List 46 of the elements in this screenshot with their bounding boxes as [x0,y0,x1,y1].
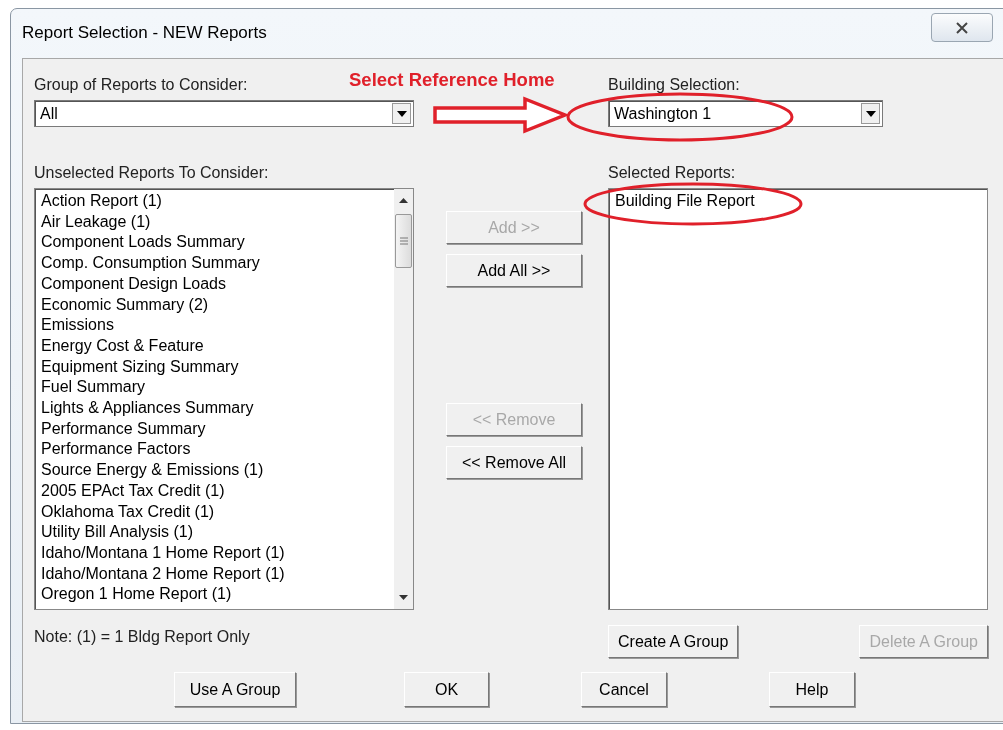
list-item[interactable]: Energy Cost & Feature [41,335,204,357]
list-item[interactable]: 2005 EPAct Tax Credit (1) [41,480,225,502]
scroll-thumb[interactable] [395,214,412,268]
list-item[interactable]: Idaho/Montana 2 Home Report (1) [41,563,285,585]
list-item[interactable]: Building File Report [615,191,755,212]
list-item[interactable]: Performance Summary [41,418,206,440]
annotation-text: Select Reference Home [349,69,555,91]
move-button[interactable]: << Remove All [446,446,582,479]
list-item[interactable]: Oregon 1 Home Report (1) [41,584,232,606]
window-title: Report Selection - NEW Reports [22,23,267,43]
group-button[interactable]: Create A Group [608,625,739,658]
group-dropdown[interactable]: All [34,100,414,127]
list-label: Unselected Reports To Consider: [34,164,269,182]
list-item[interactable]: Fuel Summary [41,377,146,399]
building-dropdown[interactable]: Washington 1 [608,100,883,127]
list-item[interactable]: Air Leakage (1) [41,211,151,233]
dialog-button[interactable]: Use A Group [174,672,296,707]
list-item[interactable]: Comp. Consumption Summary [41,253,260,274]
list-item[interactable]: Source Energy & Emissions (1) [41,460,264,481]
scroll-up-icon[interactable] [399,198,408,203]
list-item[interactable]: Lights & Appliances Summary [41,398,254,419]
list-item[interactable]: Performance Factors [41,439,191,461]
field-label: Group of Reports to Consider: [34,76,248,94]
field-label: Building Selection: [608,76,740,94]
dialog-button[interactable]: Help [769,672,855,707]
move-button[interactable]: Add All >> [446,254,582,287]
list-item[interactable]: Idaho/Montana 1 Home Report (1) [41,542,285,564]
scroll-down-icon[interactable] [399,595,408,600]
list-label: Selected Reports: [608,164,736,182]
list-item[interactable]: Component Loads Summary [41,232,245,254]
dialog-button[interactable]: OK [404,672,489,707]
close-icon [954,20,970,35]
list-item[interactable]: Utility Bill Analysis (1) [41,522,194,543]
dialog-button[interactable]: Cancel [581,672,667,707]
list-item[interactable]: Equipment Sizing Summary [41,356,239,378]
list-item[interactable]: Action Report (1) [41,191,162,212]
list-item[interactable]: Oklahoma Tax Credit (1) [41,501,215,523]
list-item[interactable]: Component Design Loads [41,273,226,295]
list-item[interactable]: Economic Summary (2) [41,294,209,316]
selected-reports-list[interactable]: Building File Report [608,188,988,610]
scrollbar[interactable] [394,189,413,609]
grip-icon [399,237,408,245]
close-button[interactable] [931,13,993,42]
list-item[interactable]: Emissions [41,315,114,336]
note-text: Note: (1) = 1 Bldg Report Only [34,628,250,646]
unselected-reports-list[interactable] [34,188,414,610]
